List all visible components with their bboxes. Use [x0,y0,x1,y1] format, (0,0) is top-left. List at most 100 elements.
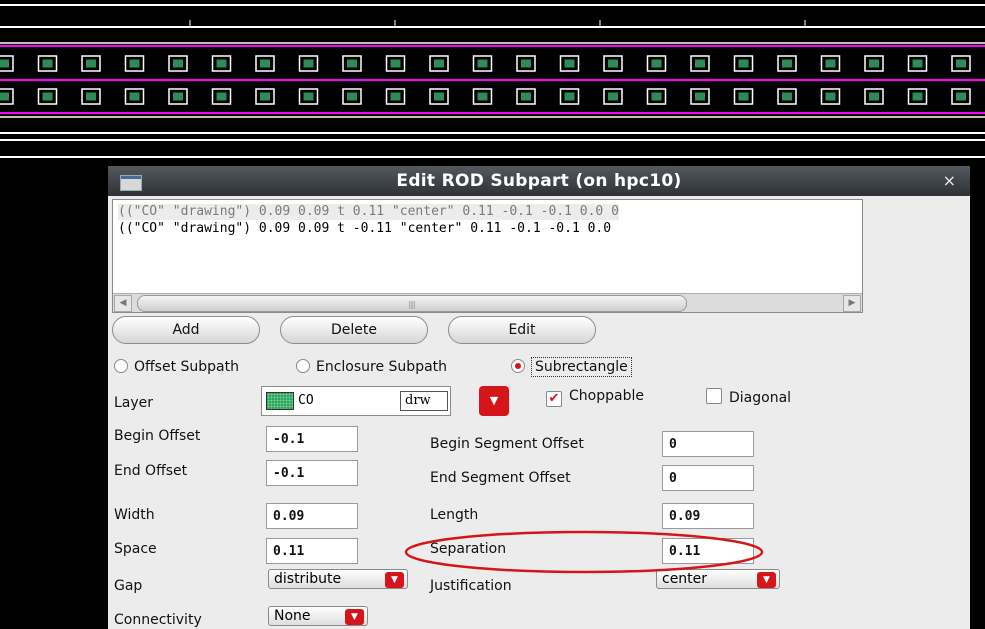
via-contact [564,59,575,68]
horizontal-scrollbar[interactable]: ◀ |||| ▶ [113,293,862,312]
via-contact [782,59,792,68]
via-contact [0,92,9,101]
layout-canvas[interactable] [0,0,985,160]
chevron-down-icon: ▼ [345,609,364,625]
begin-segment-offset-label: Begin Segment Offset [430,436,584,452]
via-contact [86,92,96,101]
space-label: Space [114,541,157,557]
via-contact [477,59,488,68]
end-offset-label: End Offset [114,463,188,479]
separation-field[interactable]: 0.11 [662,538,754,564]
via-contact [608,92,618,101]
dialog-title: Edit ROD Subpart (on hpc10) [396,171,682,191]
gap-value: distribute [274,571,342,587]
end-segment-offset-label: End Segment Offset [430,470,571,486]
via-contact [825,92,836,101]
via-contact [42,92,53,101]
via-contact [912,92,923,101]
via-contact [303,92,314,101]
via-contact [912,59,923,68]
justification-value: center [662,571,708,587]
edit-rod-subpart-dialog: Edit ROD Subpart (on hpc10) × (("CO" "dr… [108,166,970,629]
via-contact [521,92,531,101]
via-contact [390,59,401,68]
radio-selected-icon [511,359,525,373]
checkmark-icon: ✔ [546,391,562,407]
gap-select[interactable]: distribute ▼ [268,569,408,589]
layer-name: CO [298,393,314,408]
layer-swatch [266,392,294,410]
via-contact [390,92,401,101]
begin-offset-field[interactable]: -0.1 [266,426,358,452]
connectivity-value: None [274,608,311,624]
begin-segment-offset-field[interactable]: 0 [662,431,754,457]
begin-offset-label: Begin Offset [114,428,201,444]
layer-purpose: drw [400,391,448,411]
delete-button[interactable]: Delete [280,316,428,344]
via-contact [825,59,836,68]
checkbox-icon [706,388,722,404]
connectivity-select[interactable]: None ▼ [268,606,368,626]
diagonal-checkbox[interactable]: Diagonal [706,388,791,406]
choppable-checkbox[interactable]: ✔ Choppable [546,388,644,407]
enclosure-subpath-radio[interactable]: Enclosure Subpath [296,359,447,375]
via-contact [0,59,9,68]
list-item[interactable]: (("CO" "drawing") 0.09 0.09 t -0.11 "cen… [118,221,611,237]
via-contact [173,59,183,68]
connectivity-label: Connectivity [114,612,202,628]
edit-button[interactable]: Edit [448,316,596,344]
enclosure-subpath-label: Enclosure Subpath [316,359,448,375]
via-contact [651,59,662,68]
via-contact [956,92,966,101]
offset-subpath-label: Offset Subpath [134,359,239,375]
via-contact [129,92,140,101]
length-field[interactable]: 0.09 [662,503,754,529]
subpart-list[interactable]: (("CO" "drawing") 0.09 0.09 t 0.11 "cent… [112,199,863,313]
separation-label: Separation [430,541,507,557]
via-contact [303,59,314,68]
via-contact [129,59,140,68]
radio-icon [296,359,310,373]
via-contact [42,59,53,68]
end-segment-offset-field[interactable]: 0 [662,465,754,491]
width-label: Width [114,507,155,523]
close-icon[interactable]: × [943,171,956,190]
list-item[interactable]: (("CO" "drawing") 0.09 0.09 t 0.11 "cent… [118,204,619,220]
via-contact [260,92,270,101]
radio-icon [114,359,128,373]
end-offset-field[interactable]: -0.1 [266,460,358,486]
diagonal-label: Diagonal [729,390,792,406]
offset-subpath-radio[interactable]: Offset Subpath [114,359,239,375]
chevron-down-icon: ▼ [489,394,499,407]
scroll-thumb[interactable]: |||| [137,295,687,312]
add-button[interactable]: Add [112,316,260,344]
via-contact [738,92,749,101]
via-contact [216,59,227,68]
grip-icon: |||| [408,300,416,309]
via-contact [347,59,357,68]
via-contact [956,59,966,68]
via-contact [347,92,357,101]
space-field[interactable]: 0.11 [266,538,358,564]
via-contact [738,59,749,68]
choppable-label: Choppable [569,388,644,404]
via-contact [608,59,618,68]
via-contact [86,59,96,68]
justification-select[interactable]: center ▼ [656,569,780,589]
subrectangle-label: Subrectangle [531,357,632,377]
layer-select[interactable]: CO drw [261,386,451,416]
subrectangle-radio[interactable]: Subrectangle [511,357,632,377]
via-contact [782,92,792,101]
chevron-down-icon: ▼ [385,572,404,588]
scroll-right-icon[interactable]: ▶ [843,295,861,312]
justification-label: Justification [430,578,512,594]
title-bar[interactable]: Edit ROD Subpart (on hpc10) × [108,166,970,196]
scroll-left-icon[interactable]: ◀ [114,295,132,312]
via-contact [695,59,705,68]
via-contact [564,92,575,101]
via-contact [216,92,227,101]
length-label: Length [430,507,479,523]
width-field[interactable]: 0.09 [266,503,358,529]
layer-dropdown-button[interactable]: ▼ [479,386,509,416]
gap-label: Gap [114,578,143,594]
